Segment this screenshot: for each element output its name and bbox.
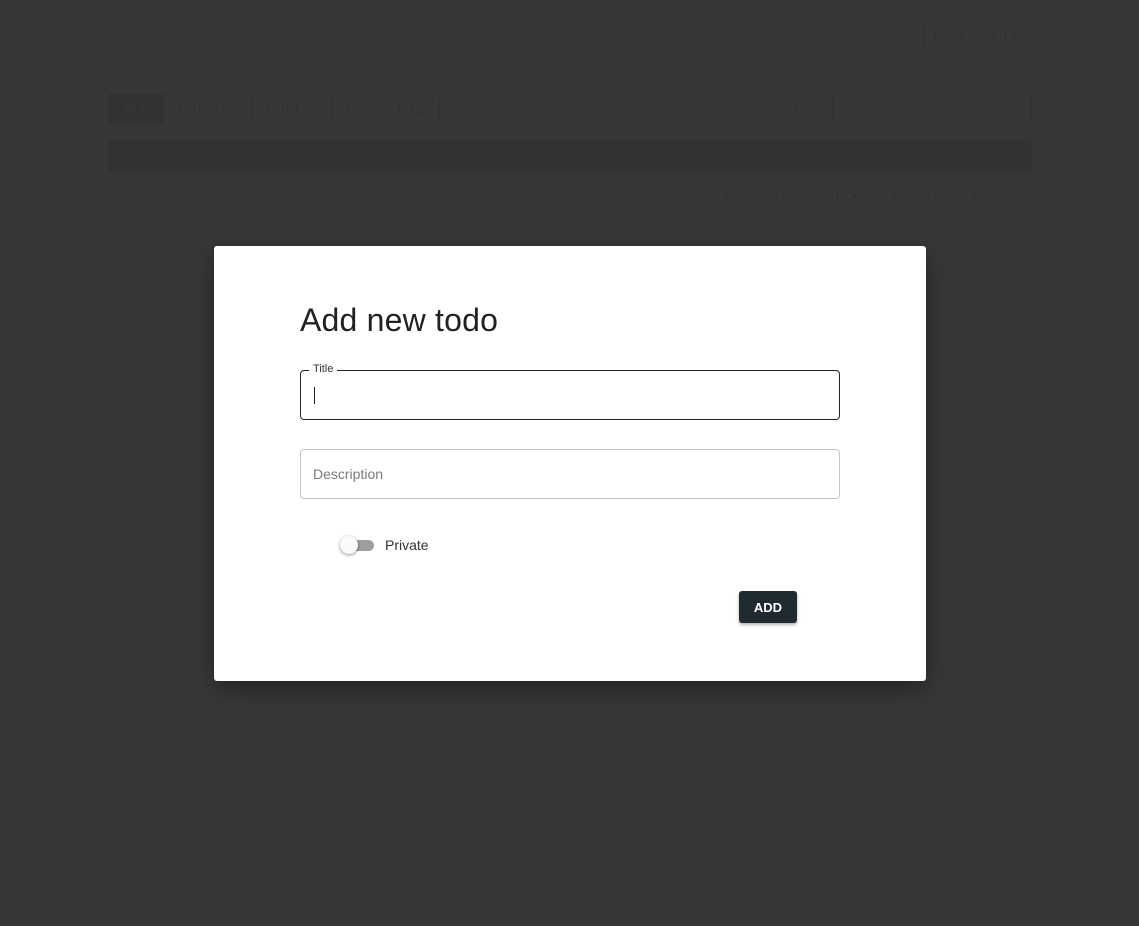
pagination-range: 0–0 of 0	[894, 188, 941, 204]
dropdown-arrow-icon	[851, 194, 860, 198]
description-input[interactable]	[313, 450, 823, 498]
rows-per-page-label: Rows per page:	[724, 188, 816, 204]
page: MY PROFILE ALL PRIVATE PUBLIC COMPLETE T…	[0, 0, 1139, 926]
chevron-left-icon	[971, 190, 979, 202]
title-field[interactable]: Title	[300, 363, 840, 420]
table-header: Todo title Description Actions	[108, 140, 1032, 171]
column-header-description[interactable]: Description	[426, 140, 496, 171]
add-button[interactable]: ADD	[739, 591, 797, 623]
pagination: Rows per page: 10 0–0 of 0	[724, 183, 1024, 209]
rows-per-page-value: 10	[829, 188, 844, 204]
add-todo-button[interactable]	[796, 97, 815, 116]
next-page-button[interactable]	[1004, 183, 1020, 209]
private-label[interactable]: Private	[385, 537, 429, 553]
filter-tabs: ALL PRIVATE PUBLIC COMPLETE	[108, 93, 441, 125]
rows-per-page-select[interactable]: 10	[829, 183, 863, 209]
search-input[interactable]	[832, 90, 1032, 126]
title-input[interactable]	[313, 371, 823, 419]
column-header-actions: Actions	[876, 147, 922, 164]
previous-page-button[interactable]	[968, 183, 984, 209]
column-header-title[interactable]: Todo title	[123, 140, 179, 171]
chevron-right-icon	[1009, 190, 1017, 202]
filter-tab-private[interactable]: PRIVATE	[164, 94, 252, 124]
filter-tab-all[interactable]: ALL	[109, 94, 164, 124]
plus-square-icon	[796, 97, 815, 116]
filter-tab-complete[interactable]: COMPLETE	[333, 94, 440, 124]
add-todo-dialog: Add new todo Title Private ADD	[214, 246, 926, 681]
text-cursor	[314, 387, 315, 404]
description-field[interactable]	[300, 449, 840, 499]
dialog-title: Add new todo	[300, 302, 499, 338]
my-profile-button[interactable]: MY PROFILE	[923, 21, 1031, 52]
filter-tab-public[interactable]: PUBLIC	[252, 94, 333, 124]
switch-thumb	[340, 536, 358, 554]
private-switch[interactable]	[340, 533, 376, 557]
private-toggle-row: Private	[340, 533, 429, 557]
